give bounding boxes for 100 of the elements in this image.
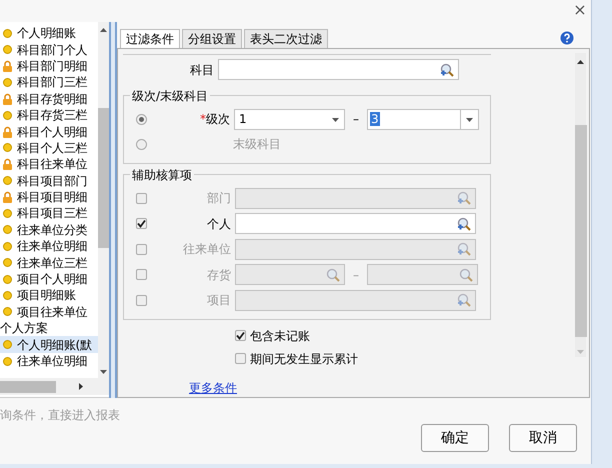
scrollbar[interactable] [575, 53, 586, 357]
field-label: 部门 [206, 190, 232, 208]
tree-item[interactable]: 科目存货明细 [0, 90, 98, 107]
range-dash: – [352, 266, 360, 284]
checkbox[interactable] [136, 294, 147, 306]
dot-icon [3, 290, 12, 300]
tree-item[interactable]: 科目往来单位 [0, 156, 98, 173]
input-field[interactable] [235, 188, 476, 209]
tab[interactable]: 表头二次过滤 [244, 29, 328, 48]
more-conditions-link[interactable]: 更多条件 [189, 381, 237, 395]
input-field[interactable] [235, 264, 345, 286]
input-field[interactable] [367, 264, 478, 286]
tree-item[interactable]: 项目往来单位 [0, 304, 98, 320]
lock-icon [2, 158, 13, 170]
scroll-down-icon [576, 349, 585, 355]
dot-icon [3, 225, 12, 234]
checkbox[interactable] [235, 330, 246, 341]
checkbox[interactable] [235, 353, 246, 364]
tree-item[interactable]: 科目个人明细 [0, 123, 98, 140]
checkbox[interactable] [136, 192, 147, 204]
group-header[interactable]: 个人方案 [0, 320, 98, 336]
scrollbar[interactable] [98, 22, 109, 378]
check-icon [236, 331, 245, 340]
dot-icon [3, 307, 12, 316]
lock-icon [2, 92, 13, 105]
search-icon [326, 268, 340, 282]
search-icon [457, 242, 471, 256]
tree-item[interactable]: 科目项目部门 [0, 172, 98, 189]
option-label: 末级科目 [233, 136, 281, 153]
dot-icon [3, 176, 12, 186]
dot-icon [3, 356, 12, 366]
splitter[interactable] [109, 22, 117, 398]
range-dash: – [352, 111, 360, 128]
dropdown-caret-icon [331, 116, 340, 122]
tree-item[interactable]: 科目存货三栏 [0, 106, 98, 124]
tree-item[interactable]: 科目部门三栏 [0, 74, 98, 91]
checkbox[interactable] [136, 218, 147, 230]
tab[interactable]: 分组设置 [182, 29, 242, 48]
checkbox-label: 期间无发生显示累计 [250, 350, 358, 368]
tree-item[interactable]: 科目个人三栏 [0, 140, 98, 156]
tree-item[interactable]: 项目明细账 [0, 287, 98, 304]
input-field[interactable] [235, 290, 476, 311]
scroll-down-icon [99, 368, 108, 374]
ok-button[interactable]: 确定 [421, 424, 489, 452]
radio-button[interactable] [136, 114, 147, 124]
dot-icon [3, 143, 12, 152]
field-label: 存货 [206, 266, 232, 284]
dot-icon [3, 274, 12, 284]
group-title: 级次/末级科目 [131, 88, 210, 102]
horizontal-scrollbar[interactable] [0, 378, 109, 395]
dot-icon [3, 340, 12, 350]
lock-icon [2, 60, 13, 72]
search-icon [457, 216, 471, 231]
search-icon [440, 62, 454, 77]
dot-icon [3, 258, 12, 268]
group-title: 辅助核算项 [131, 168, 193, 182]
field-label: 科目 [189, 62, 215, 79]
dropdown-caret-icon [465, 116, 474, 122]
tree-item[interactable]: 科目项目三栏 [0, 205, 98, 222]
dot-icon [3, 208, 12, 218]
tree-item[interactable]: 科目部门明细 [0, 58, 98, 74]
check-icon [137, 219, 146, 228]
field-label: 级次 [206, 112, 230, 126]
field-label: 个人 [206, 216, 232, 233]
search-icon [457, 293, 471, 308]
tree-item[interactable]: 往来单位三栏 [0, 254, 98, 271]
tree-item[interactable]: 个人明细账(默 [0, 336, 98, 353]
required-mark: * [200, 112, 206, 126]
checkbox[interactable] [136, 244, 147, 255]
dot-icon [3, 110, 12, 120]
scroll-up-icon [576, 59, 585, 65]
tree-item[interactable]: 往来单位明细 [0, 238, 98, 254]
tree-item[interactable]: 个人明细账 [0, 25, 98, 42]
input-field[interactable] [235, 238, 476, 260]
dot-icon [3, 78, 12, 87]
checkbox-label: 包含未记账 [250, 328, 310, 344]
search-icon [457, 191, 471, 206]
lock-icon [2, 126, 13, 138]
dot-icon [3, 28, 12, 38]
field-label: 项目 [206, 292, 232, 310]
tab[interactable]: 过滤条件 [120, 29, 180, 48]
close-button[interactable]: × [569, 0, 591, 20]
tree-item[interactable]: 科目项目明细 [0, 188, 98, 206]
level-from-dropdown[interactable]: 1 [234, 108, 345, 130]
dot-icon [3, 45, 12, 54]
scroll-up-icon [99, 27, 108, 33]
cancel-button[interactable]: 取消 [509, 424, 577, 452]
tree-item[interactable]: 科目部门个人 [0, 41, 98, 58]
subject-field[interactable] [218, 59, 459, 80]
tree-item[interactable]: 往来单位分类 [0, 222, 98, 238]
field-label: 往来单位 [182, 241, 232, 258]
help-icon [560, 31, 574, 45]
checkbox[interactable] [136, 269, 147, 280]
search-icon [459, 268, 473, 282]
dot-icon [3, 242, 12, 251]
tree-item[interactable]: 项目个人明细 [0, 270, 98, 288]
input-field[interactable] [235, 213, 476, 234]
radio-button[interactable] [136, 138, 147, 150]
tree-item[interactable]: 往来单位明细 [0, 352, 98, 370]
level-to-dropdown[interactable]: 3 [367, 108, 479, 130]
